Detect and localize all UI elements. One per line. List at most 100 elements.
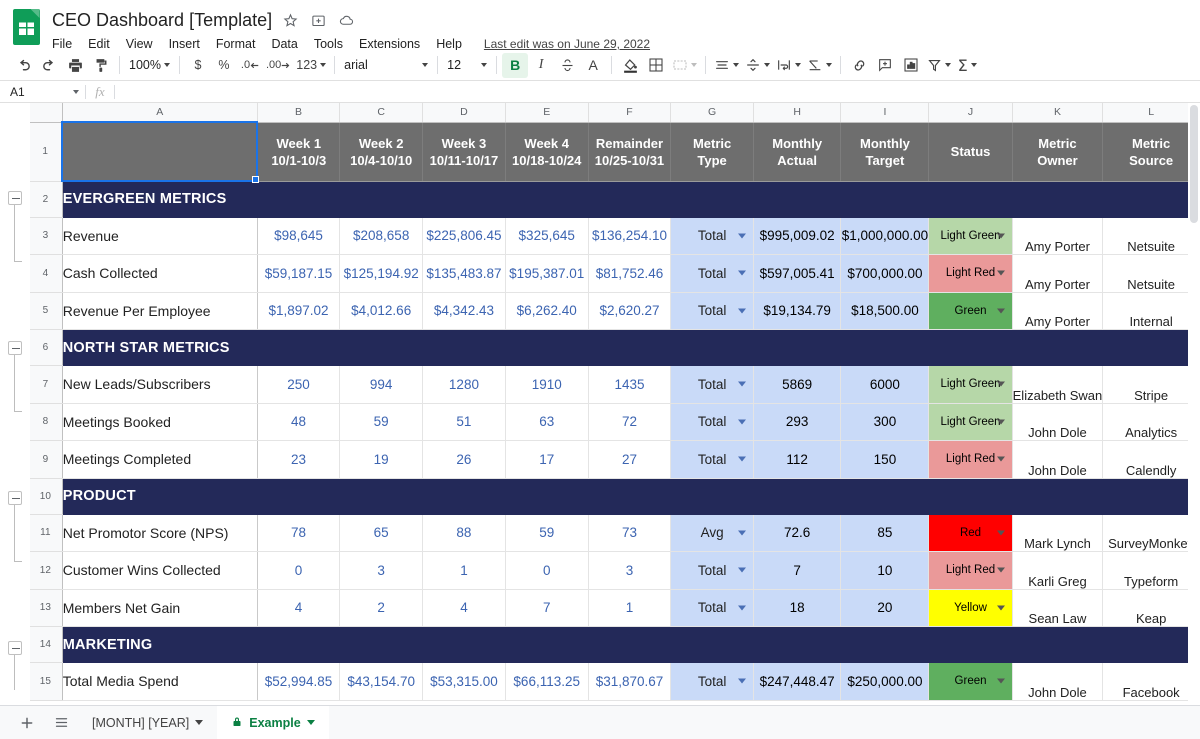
metric-type-cell[interactable]: Avg — [670, 514, 754, 552]
week-value-cell[interactable]: 17 — [505, 440, 589, 479]
week-value-cell[interactable]: $125,194.92 — [339, 254, 424, 293]
sheet-tab-month-year[interactable]: [MONTH] [YEAR] — [78, 706, 217, 739]
column-header-B[interactable]: B — [257, 103, 341, 123]
row-header-5[interactable]: 5 — [28, 292, 63, 330]
week-value-cell[interactable]: 59 — [505, 514, 589, 552]
row-header-13[interactable]: 13 — [28, 589, 63, 627]
metric-source-cell[interactable]: Analytics — [1102, 403, 1200, 441]
text-rotation-icon[interactable] — [804, 53, 835, 78]
monthly-actual-cell[interactable]: $19,134.79 — [753, 292, 842, 330]
section-filler-cell[interactable] — [422, 329, 506, 366]
section-filler-cell[interactable] — [1012, 329, 1104, 366]
metric-name-cell[interactable]: Meetings Completed — [62, 440, 258, 479]
chevron-down-icon[interactable] — [737, 233, 746, 239]
chevron-down-icon[interactable] — [306, 720, 315, 725]
section-filler-cell[interactable] — [588, 626, 672, 663]
section-filler-cell[interactable] — [928, 181, 1013, 218]
add-sheet-icon[interactable] — [10, 706, 44, 739]
week-value-cell[interactable]: $225,806.45 — [422, 217, 506, 255]
week-value-cell[interactable]: 88 — [422, 514, 506, 552]
status-badge[interactable]: Light Red — [928, 551, 1013, 590]
section-filler-cell[interactable] — [840, 329, 930, 366]
section-filler-cell[interactable] — [339, 478, 424, 515]
metric-source-cell[interactable]: Stripe — [1102, 365, 1200, 404]
week-value-cell[interactable]: 250 — [257, 365, 341, 404]
section-filler-cell[interactable] — [928, 329, 1013, 366]
metric-name-cell[interactable]: Customer Wins Collected — [62, 551, 258, 590]
row-header-7[interactable]: 7 — [28, 365, 63, 404]
section-filler-cell[interactable] — [670, 329, 754, 366]
week-value-cell[interactable]: $4,012.66 — [339, 292, 424, 330]
metric-name-cell[interactable]: Cash Collected — [62, 254, 258, 293]
week-value-cell[interactable]: $81,752.46 — [588, 254, 672, 293]
section-filler-cell[interactable] — [1012, 626, 1104, 663]
section-filler-cell[interactable] — [257, 329, 341, 366]
google-sheets-logo-icon[interactable] — [12, 9, 40, 45]
status-badge[interactable]: Red — [928, 514, 1013, 552]
cell-F1[interactable]: Remainder 10/25-10/31 — [588, 122, 672, 182]
section-filler-cell[interactable] — [840, 181, 930, 218]
increase-decimal-button[interactable]: .00 — [263, 53, 293, 78]
insert-chart-icon[interactable] — [898, 53, 924, 78]
column-header-G[interactable]: G — [670, 103, 754, 123]
row-header-10[interactable]: 10 — [28, 478, 63, 515]
week-value-cell[interactable]: 48 — [257, 403, 341, 441]
select-all-corner[interactable] — [28, 103, 63, 123]
monthly-actual-cell[interactable]: 112 — [753, 440, 842, 479]
section-filler-cell[interactable] — [257, 478, 341, 515]
row-header-4[interactable]: 4 — [28, 254, 63, 293]
week-value-cell[interactable]: 26 — [422, 440, 506, 479]
monthly-target-cell[interactable]: 150 — [840, 440, 930, 479]
row-header-9[interactable]: 9 — [28, 440, 63, 479]
more-formats-button[interactable]: 123 — [293, 53, 329, 78]
italic-button[interactable]: I — [528, 53, 554, 78]
chevron-down-icon[interactable] — [737, 567, 746, 573]
row-header-11[interactable]: 11 — [28, 514, 63, 552]
column-header-E[interactable]: E — [505, 103, 589, 123]
week-value-cell[interactable]: 2 — [339, 589, 424, 627]
week-value-cell[interactable]: 3 — [339, 551, 424, 590]
section-filler-cell[interactable] — [1012, 181, 1104, 218]
chevron-down-icon[interactable] — [996, 456, 1005, 462]
chevron-down-icon[interactable] — [737, 530, 746, 536]
cell-E1[interactable]: Week 4 10/18-10/24 — [505, 122, 589, 182]
metric-source-cell[interactable]: Calendly — [1102, 440, 1200, 479]
last-edit-link[interactable]: Last edit was on June 29, 2022 — [484, 37, 650, 51]
chevron-down-icon[interactable] — [737, 456, 746, 462]
week-value-cell[interactable]: 59 — [339, 403, 424, 441]
week-value-cell[interactable]: 72 — [588, 403, 672, 441]
section-filler-cell[interactable] — [588, 478, 672, 515]
chevron-down-icon[interactable] — [996, 605, 1005, 611]
decrease-decimal-button[interactable]: .0 — [237, 53, 263, 78]
metric-source-cell[interactable]: Netsuite — [1102, 217, 1200, 255]
row-header-12[interactable]: 12 — [28, 551, 63, 590]
metric-type-cell[interactable]: Total — [670, 589, 754, 627]
week-value-cell[interactable]: $195,387.01 — [505, 254, 589, 293]
week-value-cell[interactable]: 78 — [257, 514, 341, 552]
row-header-2[interactable]: 2 — [28, 181, 63, 218]
borders-icon[interactable] — [643, 53, 669, 78]
metric-type-cell[interactable]: Total — [670, 662, 754, 701]
section-filler-cell[interactable] — [339, 329, 424, 366]
status-badge[interactable]: Light Green — [928, 365, 1013, 404]
print-icon[interactable] — [62, 53, 88, 78]
status-badge[interactable]: Light Red — [928, 254, 1013, 293]
section-filler-cell[interactable] — [422, 626, 506, 663]
week-value-cell[interactable]: $59,187.15 — [257, 254, 341, 293]
week-value-cell[interactable]: $43,154.70 — [339, 662, 424, 701]
chevron-down-icon[interactable] — [996, 419, 1005, 425]
monthly-target-cell[interactable]: 6000 — [840, 365, 930, 404]
chevron-down-icon[interactable] — [996, 530, 1005, 536]
metric-owner-cell[interactable]: Karli Greg — [1012, 551, 1104, 590]
zoom-selector[interactable]: 100% — [125, 53, 174, 78]
week-value-cell[interactable]: $1,897.02 — [257, 292, 341, 330]
section-filler-cell[interactable] — [1102, 478, 1200, 515]
chevron-down-icon[interactable] — [737, 419, 746, 425]
section-filler-cell[interactable] — [339, 626, 424, 663]
redo-icon[interactable] — [36, 53, 62, 78]
section-filler-cell[interactable] — [928, 626, 1013, 663]
week-value-cell[interactable]: 994 — [339, 365, 424, 404]
section-filler-cell[interactable] — [670, 181, 754, 218]
row-header-3[interactable]: 3 — [28, 217, 63, 255]
collapse-group-evergreen-button[interactable] — [8, 191, 22, 205]
